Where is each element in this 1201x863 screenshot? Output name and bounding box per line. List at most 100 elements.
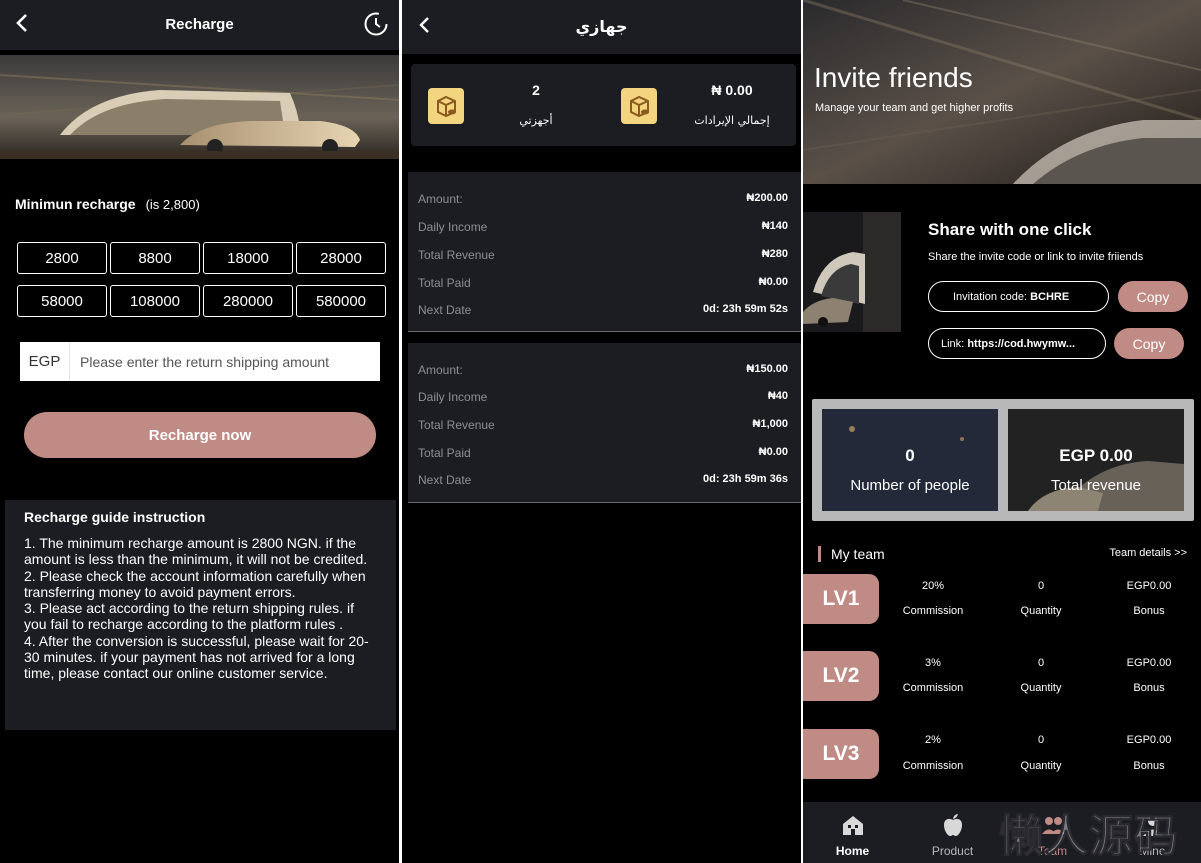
invitation-code-label: Invitation code:	[953, 290, 1027, 303]
device-row-next-date: Next Date 0d: 23h 59m 52s	[418, 303, 788, 317]
row-label: Amount:	[418, 192, 463, 206]
devices-screen: جهازي 2 أجهزتي ₦ 0.00 إجمالي الإيرادات A…	[402, 0, 801, 863]
total-revenue-label: إجمالي الإيرادات	[694, 114, 770, 127]
row-label: Next Date	[418, 473, 472, 487]
history-clock-icon[interactable]	[363, 11, 389, 37]
level-badge-lv2: LV2	[803, 651, 879, 701]
guide-item: 1. The minimum recharge amount is 2800 N…	[24, 535, 368, 568]
amount-option-28000[interactable]: 28000	[296, 242, 386, 274]
watermark-text: 懒人源码	[999, 811, 1179, 863]
team-stats: 0 Number of people EGP 0.00 Total revenu…	[812, 399, 1194, 521]
row-label: Total Paid	[418, 276, 471, 290]
row-value: 0d: 23h 59m 36s	[703, 473, 788, 485]
row-label: Next Date	[418, 303, 472, 317]
bonus-label: Bonus	[1133, 605, 1165, 617]
device-row-daily-income: Daily Income ₦40	[418, 390, 788, 404]
invitation-code: BCHRE	[1030, 290, 1070, 303]
share-car-image	[803, 212, 901, 332]
amount-option-8800[interactable]: 8800	[110, 242, 200, 274]
recharge-guide: Recharge guide instruction 1. The minimu…	[5, 500, 396, 730]
guide-item: 2. Please check the account information …	[24, 567, 366, 600]
lv2-bonus: EGP0.00	[1126, 657, 1172, 669]
quantity-label: Quantity	[1020, 682, 1062, 694]
lv3-commission: 2%	[925, 734, 941, 746]
amount-option-108000[interactable]: 108000	[110, 285, 200, 317]
commission-label: Commission	[902, 605, 964, 617]
total-revenue-label: Total revenue	[1050, 477, 1142, 494]
row-label: Daily Income	[418, 220, 488, 234]
amount-option-58000[interactable]: 58000	[17, 285, 107, 317]
row-value: ₦0.00	[758, 276, 788, 288]
lv2-commission: 3%	[925, 657, 941, 669]
row-value: ₦1,000	[752, 418, 788, 430]
car-banner-image	[0, 55, 399, 159]
nav-home[interactable]: Home	[803, 802, 902, 863]
my-team-heading: My team	[818, 546, 885, 562]
row-value: ₦200.00	[746, 192, 788, 204]
total-revenue-card: EGP 0.00 Total revenue	[1008, 409, 1184, 511]
minimum-note: (is 2,800)	[145, 197, 200, 212]
apple-icon	[944, 814, 962, 836]
device-row-amount: Amount: ₦150.00	[418, 363, 788, 377]
row-label: Amount:	[418, 363, 463, 377]
commission-label: Commission	[902, 682, 964, 694]
row-label: Total Paid	[418, 446, 471, 460]
page-title: Recharge	[165, 16, 234, 33]
page-title: جهازي	[575, 17, 628, 36]
minimum-label-text: Minimun recharge	[15, 196, 136, 212]
row-value: ₦40	[767, 390, 788, 402]
amount-option-2800[interactable]: 2800	[17, 242, 107, 274]
copy-code-button[interactable]: Copy	[1118, 281, 1188, 312]
page-subtitle: Manage your team and get higher profits	[815, 102, 1014, 114]
home-icon	[843, 816, 863, 835]
share-subtitle: Share the invite code or link to invite …	[928, 251, 1144, 263]
level-badge-lv1: LV1	[803, 574, 879, 624]
device-row-total-paid: Total Paid ₦0.00	[418, 276, 788, 290]
device-count-label: أجهزتي	[519, 114, 553, 127]
lv3-bonus: EGP0.00	[1126, 734, 1172, 746]
people-count-label: Number of people	[850, 477, 970, 494]
invite-link: https://cod.hwymw...	[967, 337, 1076, 350]
copy-link-button[interactable]: Copy	[1114, 328, 1184, 359]
level-badge-lv3: LV3	[803, 729, 879, 779]
device-row-total-revenue: Total Revenue ₦1,000	[418, 418, 788, 432]
device-row-amount: Amount: ₦200.00	[418, 192, 788, 206]
invitation-code-field: Invitation code: BCHRE	[928, 281, 1109, 312]
invite-link-field: Link: https://cod.hwymw...	[928, 328, 1106, 359]
recharge-now-button[interactable]: Recharge now	[24, 412, 376, 458]
device-count: 2	[532, 82, 540, 98]
amount-input[interactable]	[80, 353, 370, 370]
amount-option-580000[interactable]: 580000	[296, 285, 386, 317]
lv3-quantity: 0	[1037, 734, 1045, 746]
devices-summary: 2 أجهزتي ₦ 0.00 إجمالي الإيرادات	[411, 64, 796, 146]
bonus-label: Bonus	[1133, 760, 1165, 772]
amount-option-280000[interactable]: 280000	[203, 285, 293, 317]
people-count-card: 0 Number of people	[822, 409, 998, 511]
lv1-bonus: EGP0.00	[1126, 580, 1172, 592]
device-card: Amount: ₦150.00 Daily Income ₦40 Total Rev…	[408, 343, 801, 503]
recharge-screen: Recharge Minimun recharge (is 2,800) 280…	[0, 0, 399, 863]
guide-title: Recharge guide instruction	[24, 509, 206, 525]
team-details-link[interactable]: Team details >>	[1109, 547, 1187, 559]
lv2-quantity: 0	[1037, 657, 1045, 669]
bonus-label: Bonus	[1133, 682, 1165, 694]
amount-option-18000[interactable]: 18000	[203, 242, 293, 274]
amount-options: 2800 8800 18000 28000 58000 108000 28000…	[17, 242, 387, 317]
total-revenue: EGP 0.00	[1059, 446, 1133, 465]
nav-label: Product	[931, 844, 974, 858]
device-row-daily-income: Daily Income ₦140	[418, 220, 788, 234]
commission-label: Commission	[902, 760, 964, 772]
people-count: 0	[905, 446, 915, 465]
quantity-label: Quantity	[1020, 760, 1062, 772]
device-row-next-date: Next Date 0d: 23h 59m 36s	[418, 473, 788, 487]
invite-link-label: Link:	[941, 337, 965, 350]
currency-label: EGP	[20, 342, 70, 381]
row-value: ₦150.00	[746, 363, 788, 375]
invite-screen: Invite friends Manage your team and get …	[803, 0, 1201, 863]
row-label: Daily Income	[418, 390, 488, 404]
row-label: Total Revenue	[418, 248, 495, 262]
nav-product[interactable]: Product	[903, 802, 1002, 863]
row-value: ₦0.00	[758, 446, 788, 458]
share-title: Share with one click	[928, 220, 1092, 239]
devices-header: جهازي	[402, 0, 801, 54]
